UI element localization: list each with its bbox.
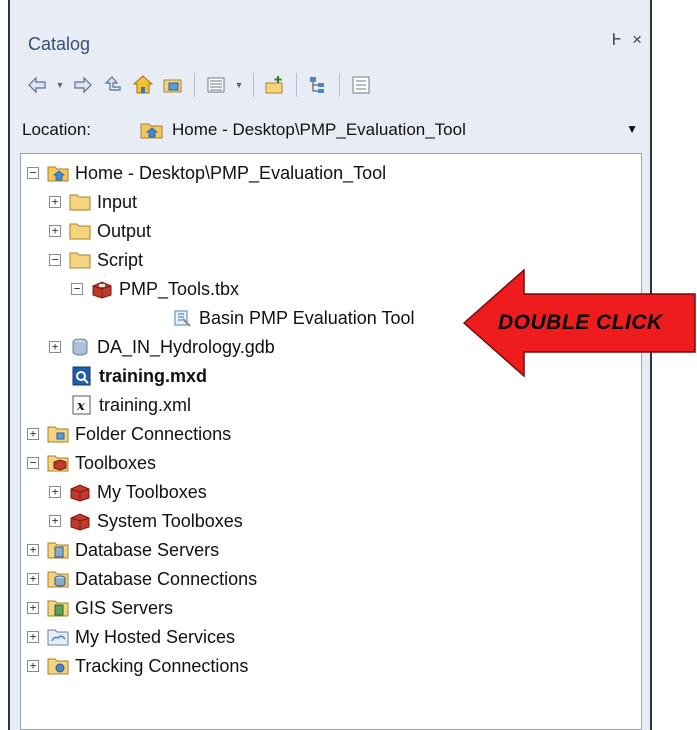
tree-item-gis-servers[interactable]: + GIS Servers [27,594,173,622]
expand-icon[interactable]: + [27,544,39,556]
home-folder-icon [140,120,164,140]
location-dropdown[interactable]: Home - Desktop\PMP_Evaluation_Tool ▼ [140,116,644,144]
tree-item-script[interactable]: − Script [49,246,143,274]
pin-icon[interactable]: Ͱ [612,30,622,50]
tree-view-icon[interactable] [305,72,331,98]
title-bar: Catalog Ͱ × [10,0,650,62]
catalog-toolbar: ▼ ▼ [24,70,374,100]
database-servers-icon [47,540,69,560]
tree-item-home[interactable]: − Home - Desktop\PMP_Evaluation_Tool [27,159,386,187]
toolbar-separator [253,73,254,97]
location-label: Location: [22,120,91,139]
home-folder-icon [47,163,69,183]
forward-arrow-icon[interactable] [70,72,96,98]
view-options-icon[interactable] [203,72,229,98]
tree-item-training-xml[interactable]: x training.xml [71,391,191,419]
gis-servers-icon [47,598,69,618]
toolbox-icon [69,482,91,502]
expand-icon[interactable]: + [49,486,61,498]
toolbar-separator [296,73,297,97]
back-dropdown-icon[interactable]: ▼ [54,80,66,90]
tree-item-input[interactable]: + Input [49,188,137,216]
double-click-label: DOUBLE CLICK [498,311,663,334]
tree-item-output[interactable]: + Output [49,217,151,245]
tree-item-database-servers[interactable]: + Database Servers [27,536,219,564]
tree-item-label: DA_IN_Hydrology.gdb [97,336,275,357]
toolbox-icon [91,279,113,299]
tree-item-system-toolboxes[interactable]: + System Toolboxes [49,507,243,535]
tree-item-label: Basin PMP Evaluation Tool [199,307,415,328]
tracking-connections-icon [47,656,69,676]
folder-icon [69,192,91,212]
close-icon[interactable]: × [632,30,642,50]
expand-icon[interactable]: + [27,631,39,643]
details-view-icon[interactable] [348,72,374,98]
tree-item-label: My Toolboxes [97,481,207,502]
tree-item-label: My Hosted Services [75,626,236,647]
collapse-icon[interactable]: − [71,283,83,295]
connect-folder-icon[interactable] [160,72,186,98]
home-icon[interactable] [130,72,156,98]
expand-icon[interactable]: + [49,515,61,527]
tree-item-label: System Toolboxes [97,510,243,531]
tree-item-label: Script [97,249,144,270]
toolboxes-icon [47,453,69,473]
expand-icon[interactable]: + [27,660,39,672]
toolbox-icon [69,511,91,531]
folder-icon [69,221,91,241]
toolbar-separator [194,73,195,97]
tree-item-folder-connections[interactable]: + Folder Connections [27,420,231,448]
expand-icon[interactable]: + [27,602,39,614]
expand-icon[interactable]: + [49,225,61,237]
collapse-icon[interactable]: − [27,167,39,179]
tree-item-basin-pmp-evaluation-tool[interactable]: Basin PMP Evaluation Tool [171,304,414,332]
script-tool-icon [171,308,193,328]
chevron-down-icon[interactable]: ▼ [626,122,638,136]
location-bar: Location: Home - Desktop\PMP_Evaluation_… [10,112,650,150]
expand-icon[interactable]: + [49,196,61,208]
tree-item-database-connections[interactable]: + Database Connections [27,565,257,593]
tree-item-pmp-tools[interactable]: − PMP_Tools.tbx [71,275,239,303]
catalog-tree: − Home - Desktop\PMP_Evaluation_Tool + I… [20,153,642,730]
expand-icon[interactable]: + [27,428,39,440]
tree-item-training-mxd[interactable]: training.mxd [71,362,207,390]
tree-item-tracking-connections[interactable]: + Tracking Connections [27,652,248,680]
tree-item-label: Folder Connections [75,423,232,444]
hosted-services-icon [47,627,69,647]
database-connections-icon [47,569,69,589]
tree-item-label: PMP_Tools.tbx [119,278,240,299]
location-value: Home - Desktop\PMP_Evaluation_Tool [172,120,466,139]
collapse-icon[interactable]: − [49,254,61,266]
collapse-icon[interactable]: − [27,457,39,469]
tree-item-label: Toolboxes [75,452,157,473]
up-one-level-icon[interactable] [100,72,126,98]
tree-item-label: Input [97,191,138,212]
back-arrow-icon[interactable] [24,72,50,98]
new-toolbox-icon[interactable] [262,72,288,98]
folder-connections-icon [47,424,69,444]
tree-item-label: training.xml [99,394,192,415]
expand-icon[interactable]: + [49,341,61,353]
view-dropdown-icon[interactable]: ▼ [233,80,245,90]
xml-file-icon: x [71,395,93,415]
tree-item-label: GIS Servers [75,597,174,618]
tree-item-label: Database Servers [75,539,220,560]
window-title: Catalog [28,34,91,54]
tree-item-label: Database Connections [75,568,258,589]
tree-item-label: Tracking Connections [75,655,249,676]
tree-item-my-toolboxes[interactable]: + My Toolboxes [49,478,207,506]
geodatabase-icon [69,337,91,357]
tree-item-label: Output [97,220,152,241]
tree-item-label: training.mxd [99,365,208,386]
toolbar-separator [339,73,340,97]
svg-text:x: x [76,399,85,414]
expand-icon[interactable]: + [27,573,39,585]
tree-item-label: Home - Desktop\PMP_Evaluation_Tool [75,162,387,183]
tree-item-toolboxes[interactable]: − Toolboxes [27,449,156,477]
tree-item-my-hosted-services[interactable]: + My Hosted Services [27,623,235,651]
folder-icon [69,250,91,270]
tree-item-da-in-hydrology[interactable]: + DA_IN_Hydrology.gdb [49,333,275,361]
map-document-icon [71,366,93,386]
